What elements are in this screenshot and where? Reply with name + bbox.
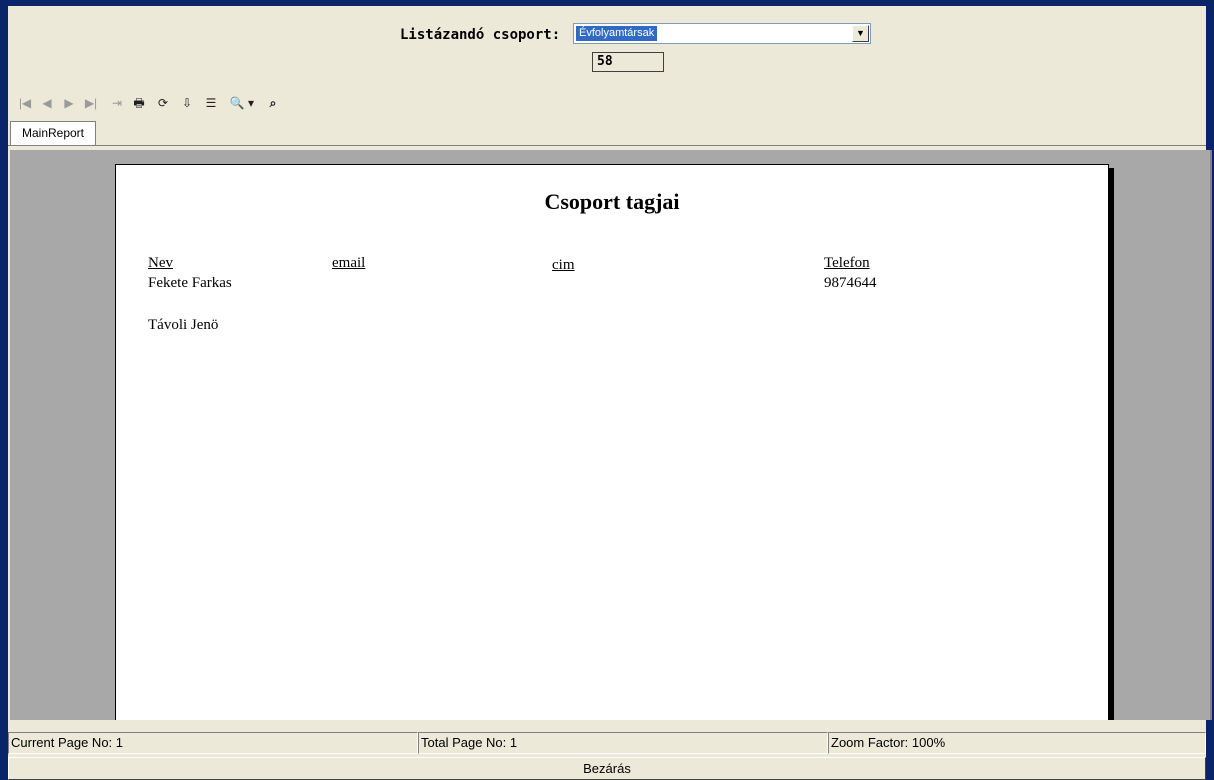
prev-page-icon[interactable]: ◀: [36, 92, 58, 114]
column-header-cim: cim: [552, 257, 575, 273]
search-icon[interactable]: ⌕: [262, 92, 284, 114]
last-page-icon[interactable]: ▶|: [80, 92, 102, 114]
refresh-icon[interactable]: ⟳: [152, 92, 174, 114]
close-button[interactable]: Bezárás: [8, 757, 1206, 780]
goto-page-icon[interactable]: ⇥: [106, 92, 128, 114]
group-label: Listázandó csoport:: [400, 27, 561, 43]
group-select-value: Évfolyamtársak: [576, 26, 658, 41]
export-icon[interactable]: ⇩: [176, 92, 198, 114]
viewer-scrollbar-edge: [1210, 150, 1212, 720]
row-1-name: Fekete Farkas: [148, 275, 232, 291]
next-page-icon[interactable]: ▶: [58, 92, 80, 114]
tab-main-report[interactable]: MainReport: [10, 121, 96, 145]
zoom-dropdown-icon[interactable]: ▾: [244, 92, 258, 114]
status-total-page: Total Page No: 1: [418, 732, 828, 754]
column-header-email: email: [332, 255, 366, 271]
first-page-icon[interactable]: |◀: [14, 92, 36, 114]
row-1-phone: 9874644: [824, 275, 877, 291]
column-header-telefon: Telefon: [824, 255, 870, 271]
group-select[interactable]: Évfolyamtársak ▼: [573, 23, 871, 44]
status-bar: Current Page No: 1 Total Page No: 1 Zoom…: [8, 732, 1206, 754]
status-zoom: Zoom Factor: 100%: [828, 732, 1206, 754]
tab-divider: [8, 145, 1206, 146]
window-frame-left: [0, 0, 8, 780]
report-title: Csoport tagjai: [544, 189, 680, 214]
status-current-page: Current Page No: 1: [8, 732, 418, 754]
report-viewer[interactable]: Csoport tagjai Nev email cim Telefon Fek…: [10, 150, 1212, 720]
member-count-field: 58: [592, 52, 664, 72]
column-header-nev: Nev: [148, 255, 173, 271]
print-icon[interactable]: 🖶: [128, 92, 150, 114]
chevron-down-icon[interactable]: ▼: [852, 25, 869, 42]
row-2-name: Távoli Jenö: [148, 317, 219, 333]
group-tree-icon[interactable]: ☰: [200, 92, 222, 114]
report-page: Csoport tagjai Nev email cim Telefon Fek…: [115, 164, 1109, 720]
